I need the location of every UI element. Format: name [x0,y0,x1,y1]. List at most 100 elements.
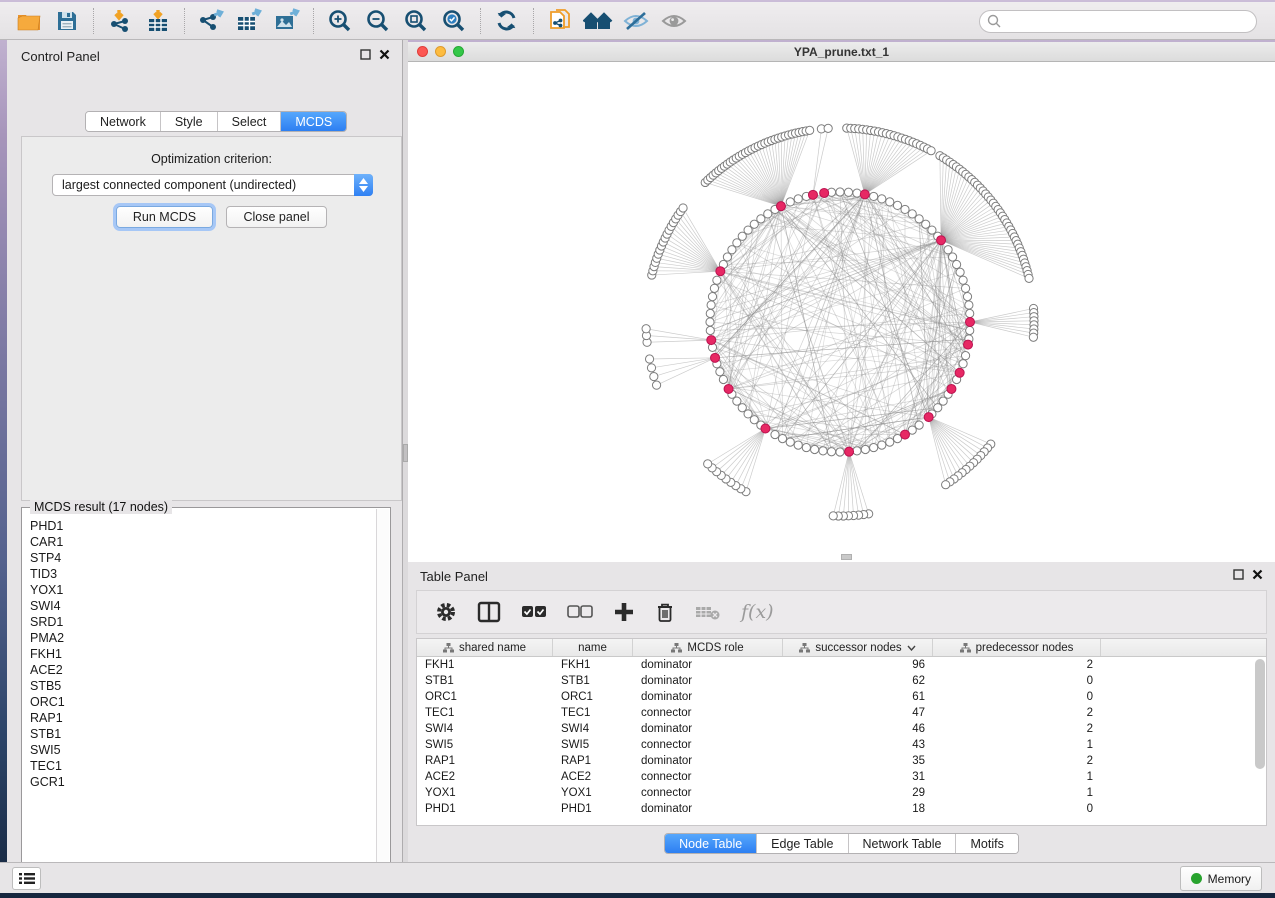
mcds-result-item[interactable]: ORC1 [30,694,376,710]
column-header-successor-nodes[interactable]: successor nodes [783,639,933,656]
first-neighbors-icon[interactable] [541,5,579,37]
delete-column-trash-icon[interactable] [655,601,675,623]
run-mcds-button[interactable]: Run MCDS [116,206,213,228]
export-network-icon[interactable] [192,5,230,37]
table-row[interactable]: TEC1TEC1connector472 [417,705,1266,721]
optimization-criterion-select[interactable]: largest connected component (undirected) [52,174,373,196]
network-node[interactable] [642,325,650,333]
mcds-network-node[interactable] [845,447,854,456]
network-node[interactable] [870,192,878,200]
mcds-network-node[interactable] [711,353,720,362]
tab-network-table[interactable]: Network Table [849,834,957,853]
tab-network[interactable]: Network [86,112,161,131]
mcds-result-item[interactable]: SRD1 [30,614,376,630]
network-node[interactable] [786,198,794,206]
network-node[interactable] [707,301,715,309]
close-panel-button[interactable]: Close panel [226,206,327,228]
network-node[interactable] [778,434,786,442]
network-node[interactable] [719,375,727,383]
close-panel-icon[interactable] [1252,569,1263,580]
mcds-result-item[interactable]: TEC1 [30,758,376,774]
table-scrollbar-thumb[interactable] [1255,659,1265,769]
network-node[interactable] [652,381,660,389]
network-node[interactable] [878,441,886,449]
mcds-network-node[interactable] [716,267,725,276]
network-node[interactable] [708,293,716,301]
network-node[interactable] [956,268,964,276]
mcds-result-item[interactable]: RAP1 [30,710,376,726]
refresh-layout-icon[interactable] [488,5,526,37]
table-row[interactable]: YOX1YOX1connector291 [417,785,1266,801]
network-node[interactable] [966,309,974,317]
network-node[interactable] [811,445,819,453]
mcds-network-node[interactable] [924,413,933,422]
mcds-result-item[interactable]: GCR1 [30,774,376,790]
network-node[interactable] [829,512,837,520]
column-header-shared-name[interactable]: shared name [417,639,553,656]
deselect-all-checkboxes-icon[interactable] [567,602,593,622]
mcds-result-item[interactable]: YOX1 [30,582,376,598]
network-node[interactable] [952,260,960,268]
tab-edge-table[interactable]: Edge Table [757,834,848,853]
network-node[interactable] [794,441,802,449]
network-node[interactable] [959,276,967,284]
search-input[interactable] [979,10,1257,33]
mcds-result-item[interactable]: STB1 [30,726,376,742]
network-node[interactable] [963,293,971,301]
network-node[interactable] [944,246,952,254]
mcds-network-node[interactable] [820,188,829,197]
network-node[interactable] [927,147,935,155]
network-node[interactable] [861,445,869,453]
hide-graphics-details-icon[interactable] [617,5,655,37]
mcds-result-item[interactable]: CAR1 [30,534,376,550]
network-node[interactable] [824,124,832,132]
tab-node-table[interactable]: Node Table [665,834,757,853]
network-node[interactable] [723,253,731,261]
column-selector-icon[interactable] [477,601,501,623]
network-node[interactable] [806,126,814,134]
float-panel-icon[interactable] [360,49,371,60]
mcds-result-item[interactable]: PMA2 [30,630,376,646]
open-folder-icon[interactable] [10,5,48,37]
network-node[interactable] [853,447,861,455]
mcds-network-node[interactable] [966,318,975,327]
float-panel-icon[interactable] [1233,569,1244,580]
mcds-network-node[interactable] [860,190,869,199]
network-node[interactable] [870,443,878,451]
export-image-icon[interactable] [268,5,306,37]
table-row[interactable]: SWI4SWI4dominator462 [417,721,1266,737]
search-field[interactable] [979,10,1257,33]
tab-select[interactable]: Select [218,112,282,131]
network-node[interactable] [771,430,779,438]
network-node[interactable] [959,360,967,368]
network-node[interactable] [942,481,950,489]
table-row[interactable]: SWI5SWI5connector431 [417,737,1266,753]
network-node[interactable] [786,438,794,446]
network-node[interactable] [893,201,901,209]
network-node[interactable] [645,355,653,363]
zoom-out-icon[interactable] [359,5,397,37]
network-node[interactable] [836,188,844,196]
mcds-network-node[interactable] [955,368,964,377]
mcds-result-scrollbar[interactable] [376,509,389,876]
network-graph[interactable] [408,62,1275,562]
mcds-network-node[interactable] [947,384,956,393]
network-node[interactable] [844,188,852,196]
home-overview-icon[interactable] [579,5,617,37]
network-node[interactable] [1029,333,1037,341]
tab-motifs[interactable]: Motifs [956,834,1017,853]
column-header-name[interactable]: name [553,639,633,656]
network-node[interactable] [713,276,721,284]
zoom-in-icon[interactable] [321,5,359,37]
network-node[interactable] [961,284,969,292]
zoom-selected-icon[interactable] [435,5,473,37]
mcds-network-node[interactable] [808,190,817,199]
network-node[interactable] [853,189,861,197]
network-node[interactable] [886,198,894,206]
table-row[interactable]: RAP1RAP1dominator352 [417,753,1266,769]
network-node[interactable] [706,309,714,317]
network-node[interactable] [706,318,714,326]
show-graphics-details-icon[interactable] [655,5,693,37]
memory-button[interactable]: Memory [1180,866,1262,891]
mcds-result-item[interactable]: TID3 [30,566,376,582]
